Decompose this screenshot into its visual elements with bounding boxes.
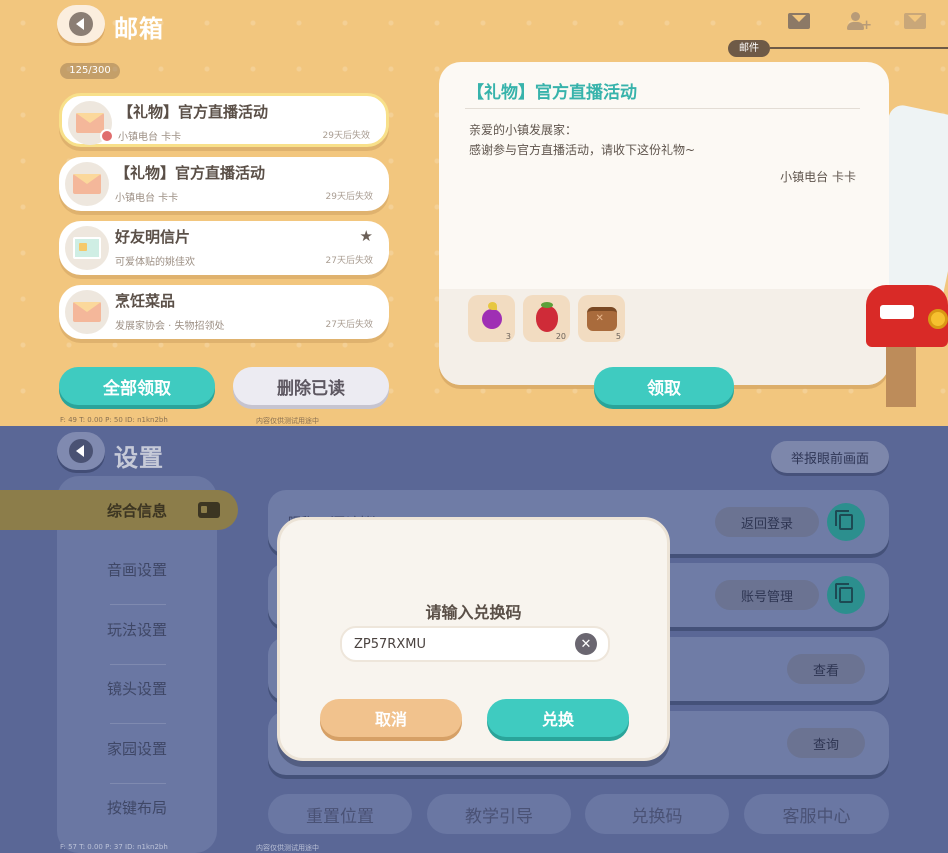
divider bbox=[110, 664, 166, 665]
envelope-icon bbox=[788, 13, 810, 29]
mail-title: 【礼物】官方直播活动 bbox=[115, 164, 266, 182]
star-icon[interactable]: ★ bbox=[360, 227, 373, 245]
mail-expiry: 27天后失效 bbox=[325, 320, 373, 330]
customer-service-button[interactable]: 客服中心 bbox=[744, 794, 889, 834]
reward-count: 5 bbox=[615, 332, 621, 341]
redeem-button[interactable]: 兑换 bbox=[487, 699, 629, 737]
debug-info: F: 57 T: 0.00 P: 37 ID: n1kn2bh bbox=[60, 843, 168, 851]
reward-item[interactable]: 5 bbox=[578, 295, 625, 342]
tab-mail[interactable] bbox=[788, 10, 812, 32]
debug-watermark: 内容仅供测试用途中 bbox=[256, 844, 319, 852]
clear-input-icon[interactable]: ✕ bbox=[575, 633, 597, 655]
mail-thumbnail bbox=[65, 162, 109, 206]
nav-item-audio-video[interactable]: 音画设置 bbox=[57, 549, 217, 589]
nav-item-label: 综合信息 bbox=[107, 502, 168, 520]
back-button[interactable] bbox=[57, 5, 105, 43]
mail-list-item[interactable]: 【礼物】官方直播活动 小镇电台 卡卡 29天后失效 bbox=[59, 157, 389, 211]
mail-sender: 发展家协会 · 失物招领处 bbox=[115, 321, 225, 332]
nav-item-camera[interactable]: 镜头设置 bbox=[57, 668, 217, 708]
tab-underline bbox=[770, 47, 948, 49]
divider bbox=[110, 604, 166, 605]
leather-bag-icon bbox=[586, 306, 617, 331]
tab-starred-mail[interactable] bbox=[904, 10, 928, 32]
divider bbox=[465, 108, 860, 109]
mail-title: 好友明信片 bbox=[115, 228, 191, 246]
reset-position-button[interactable]: 重置位置 bbox=[268, 794, 412, 834]
mail-message: 感谢参与官方直播活动，请收下这份礼物~ bbox=[469, 143, 696, 157]
gift-envelope-icon bbox=[73, 174, 101, 194]
account-manage-button[interactable]: 账号管理 bbox=[715, 580, 819, 610]
back-button[interactable] bbox=[57, 432, 105, 470]
reward-count: 20 bbox=[555, 332, 566, 341]
mail-title: 烹饪菜品 bbox=[115, 292, 176, 310]
mail-signature: 小镇电台 卡卡 bbox=[780, 170, 856, 184]
add-friend-icon bbox=[851, 12, 860, 21]
id-card-icon bbox=[198, 502, 220, 518]
divider bbox=[110, 783, 166, 784]
reward-item[interactable]: 3 bbox=[468, 295, 515, 342]
copy-button[interactable] bbox=[827, 503, 865, 541]
gift-badge-icon bbox=[100, 129, 114, 143]
active-tab-label: 邮件 bbox=[728, 40, 770, 57]
mail-sender: 小镇电台 卡卡 bbox=[115, 193, 179, 204]
mail-count-badge: 125/300 bbox=[60, 63, 120, 79]
redeem-code-dialog: 请输入兑换码 ✕ 取消 兑换 bbox=[277, 517, 670, 761]
dialog-title: 请输入兑换码 bbox=[425, 603, 522, 622]
postcard-icon bbox=[73, 237, 101, 259]
back-arrow-icon bbox=[69, 439, 93, 463]
report-button[interactable]: 举报眼前画面 bbox=[771, 441, 889, 473]
mail-title: 【礼物】官方直播活动 bbox=[118, 103, 269, 121]
redeem-code-input[interactable] bbox=[340, 626, 610, 662]
raspberry-icon bbox=[535, 301, 558, 332]
mail-expiry: 29天后失效 bbox=[325, 192, 373, 202]
reward-count: 3 bbox=[505, 332, 511, 341]
debug-info: F: 49 T: 0.00 P: 50 ID: n1kn2bh bbox=[60, 416, 168, 424]
mailbox-tabs: + bbox=[788, 10, 928, 33]
mail-list-item[interactable]: 烹饪菜品 发展家协会 · 失物招领处 27天后失效 bbox=[59, 285, 389, 339]
copy-button[interactable] bbox=[827, 576, 865, 614]
page-title: 设置 bbox=[114, 444, 164, 472]
mail-detail-title: 【礼物】官方直播活动 bbox=[467, 83, 637, 103]
mail-thumbnail bbox=[65, 290, 109, 334]
nav-item-gameplay[interactable]: 玩法设置 bbox=[57, 609, 217, 649]
copy-icon bbox=[835, 583, 853, 603]
nav-item-key-layout[interactable]: 按键布局 bbox=[57, 787, 217, 827]
return-login-button[interactable]: 返回登录 bbox=[715, 507, 819, 537]
mail-detail-panel: 【礼物】官方直播活动 亲爱的小镇发展家： 感谢参与官方直播活动，请收下这份礼物~… bbox=[439, 62, 889, 385]
purple-fruit-icon bbox=[481, 301, 502, 329]
mail-greeting: 亲爱的小镇发展家： bbox=[469, 123, 578, 137]
settings-screen: 设置 举报眼前画面 综合信息 音画设置 玩法设置 镜头设置 家园设置 按键布局 … bbox=[0, 426, 948, 853]
mailbox-screen: 邮箱 + 邮件 125/300 【礼物】官方直播活动 小镇电台 卡卡 29天后失… bbox=[0, 0, 948, 426]
mail-expiry: 27天后失效 bbox=[325, 256, 373, 266]
claim-button[interactable]: 领取 bbox=[594, 367, 734, 405]
envelope-icon bbox=[73, 302, 101, 322]
mail-list-item[interactable]: 好友明信片 可爱体贴的姚佳欢 27天后失效 ★ bbox=[59, 221, 389, 275]
view-button[interactable]: 查看 bbox=[787, 654, 865, 684]
divider bbox=[110, 723, 166, 724]
mail-detail-body: 亲爱的小镇发展家： 感谢参与官方直播活动，请收下这份礼物~ bbox=[469, 120, 695, 160]
redeem-code-button[interactable]: 兑换码 bbox=[585, 794, 729, 834]
mail-sender: 小镇电台 卡卡 bbox=[118, 132, 182, 143]
debug-watermark: 内容仅供测试用途中 bbox=[256, 417, 319, 425]
collect-all-button[interactable]: 全部领取 bbox=[59, 367, 215, 405]
postbox-decoration bbox=[866, 275, 948, 407]
reward-item[interactable]: 20 bbox=[523, 295, 570, 342]
tab-friend-request[interactable]: + bbox=[846, 10, 872, 33]
starred-envelope-icon bbox=[904, 13, 926, 29]
nav-item-home[interactable]: 家园设置 bbox=[57, 728, 217, 768]
delete-read-button[interactable]: 删除已读 bbox=[233, 367, 389, 405]
copy-icon bbox=[835, 510, 853, 530]
nav-item-general-info[interactable]: 综合信息 bbox=[0, 490, 238, 530]
mail-list-item[interactable]: 【礼物】官方直播活动 小镇电台 卡卡 29天后失效 bbox=[59, 93, 389, 147]
cancel-button[interactable]: 取消 bbox=[320, 699, 462, 737]
mail-thumbnail bbox=[65, 226, 109, 270]
mail-expiry: 29天后失效 bbox=[322, 131, 370, 141]
query-button[interactable]: 查询 bbox=[787, 728, 865, 758]
mail-sender: 可爱体贴的姚佳欢 bbox=[115, 257, 195, 268]
back-arrow-icon bbox=[69, 12, 93, 36]
gift-envelope-icon bbox=[76, 113, 104, 133]
tutorial-button[interactable]: 教学引导 bbox=[427, 794, 571, 834]
page-title: 邮箱 bbox=[114, 15, 164, 43]
